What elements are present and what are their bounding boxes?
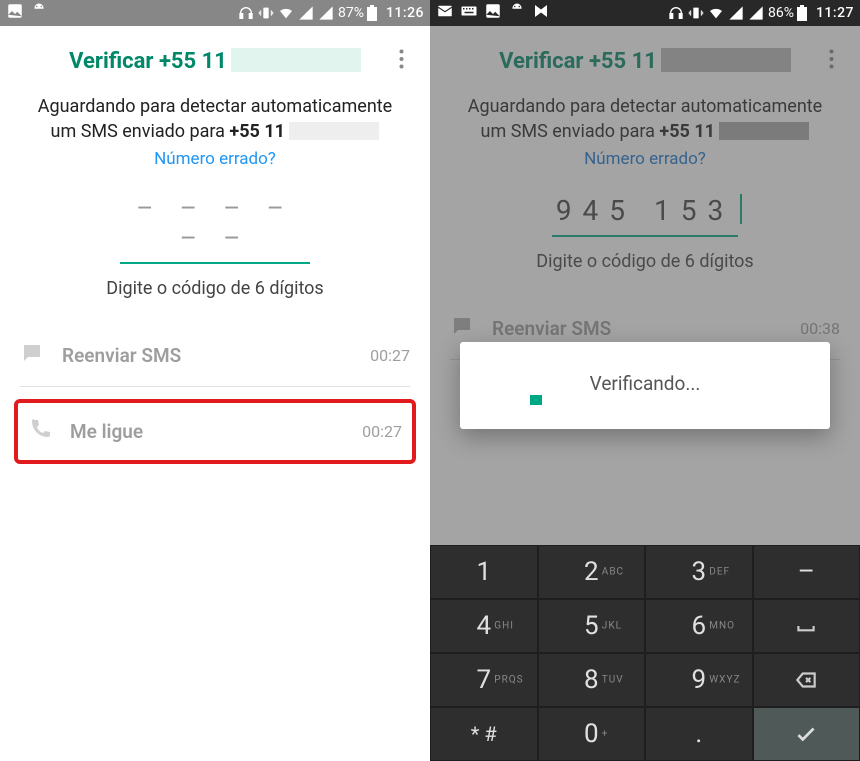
phone-mask [231,48,361,72]
gallery-icon [6,2,24,24]
status-bar: 86% 11:27 [430,0,860,26]
android-icon [30,2,48,24]
key-9[interactable]: 9WXYZ [645,653,753,707]
battery-indicator: 87% [338,5,378,21]
vibrate-icon [688,4,704,22]
code-input[interactable]: – – – – – – [120,194,310,264]
battery-indicator: 86% [768,5,808,21]
verifying-dialog: Verificando... [460,342,830,429]
key-2[interactable]: 2ABC [538,545,646,599]
status-bar: 87% 11:26 [0,0,430,26]
app-icon [532,2,550,24]
key-space[interactable] [753,599,860,653]
gallery-icon [484,2,502,24]
keyboard-icon [460,2,478,24]
key-6[interactable]: 6MNO [645,599,753,653]
key-1[interactable]: 1 [430,545,538,599]
countdown: 00:27 [362,422,402,441]
signal-icon [748,4,764,22]
progress-dot [530,395,542,405]
divider [20,386,410,387]
key-4[interactable]: 4GHI [430,599,538,653]
signal-icon [318,4,334,22]
countdown: 00:27 [370,346,410,365]
wrong-number-link[interactable]: Número errado? [154,148,276,172]
clock: 11:26 [386,5,424,21]
code-hint: Digite o código de 6 dígitos [0,278,430,299]
screen-verify-empty: 87% 11:26 Verificar +55 11 Aguardando pa… [0,0,430,761]
sms-icon [20,341,62,370]
key-dash[interactable]: – [753,545,860,599]
key-3[interactable]: 3DEF [645,545,753,599]
key-confirm[interactable] [753,707,860,761]
key-backspace[interactable] [753,653,860,707]
key-7[interactable]: 7PRQS [430,653,538,707]
vibrate-icon [258,4,274,22]
page-title: Verificar +55 11 [42,48,388,74]
key-period[interactable]: . [645,707,753,761]
resend-sms-row[interactable]: Reenviar SMS 00:27 [0,325,430,386]
wifi-icon [278,4,294,22]
key-0[interactable]: 0+ [538,707,646,761]
phone-icon [28,417,70,446]
numeric-keyboard: 1 2ABC 3DEF – 4GHI 5JKL 6MNO 7PRQS 8TUV … [430,545,860,761]
screen-verify-filled: 86% 11:27 Verificar +55 11 Aguardando pa… [430,0,860,761]
key-8[interactable]: 8TUV [538,653,646,707]
key-5[interactable]: 5JKL [538,599,646,653]
signal-icon [298,4,314,22]
key-symbols[interactable]: * # [430,707,538,761]
headphones-icon [238,4,254,22]
more-icon[interactable] [388,49,414,74]
highlight-annotation: Me ligue 00:27 [14,399,416,464]
header: Verificar +55 11 [0,26,430,86]
wifi-icon [708,4,724,22]
signal-icon [728,4,744,22]
instruction-text: Aguardando para detectar automaticamente… [0,86,430,172]
headphones-icon [668,4,684,22]
android-icon [508,2,526,24]
outlook-icon [436,2,454,24]
call-me-row[interactable]: Me ligue 00:27 [18,403,412,460]
clock: 11:27 [816,5,854,21]
phone-mask [289,122,379,140]
